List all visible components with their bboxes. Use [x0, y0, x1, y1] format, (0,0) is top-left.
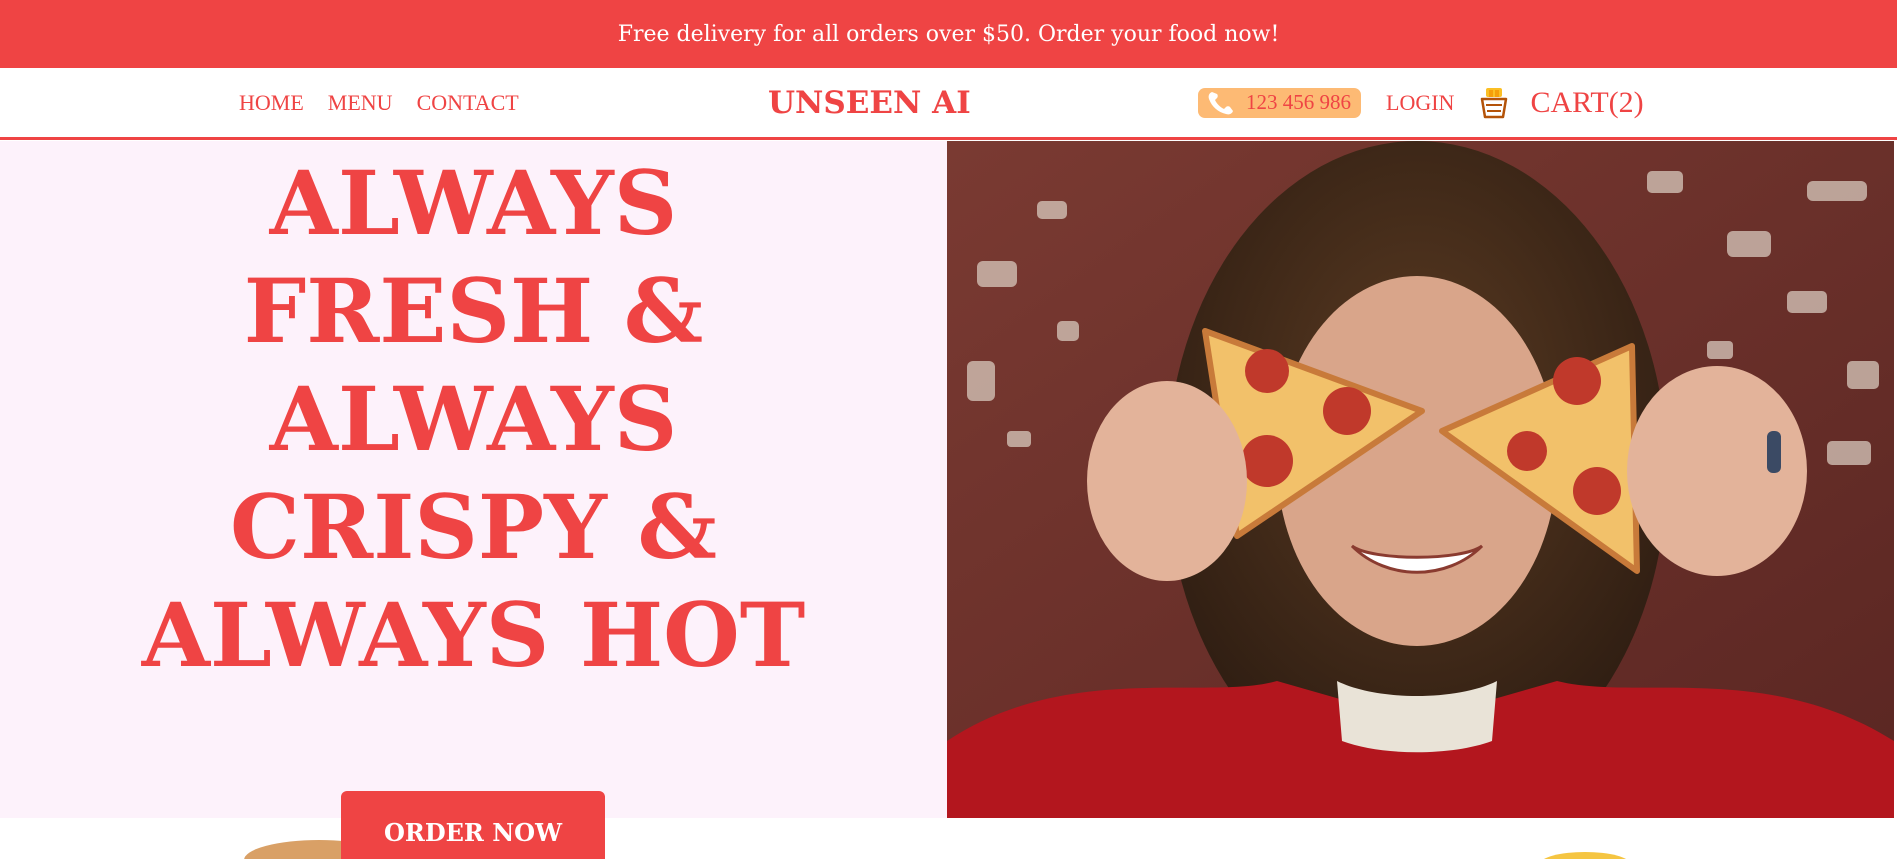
brand-logo[interactable]: UNSEEN AI	[768, 68, 971, 137]
top-navigation: HOME MENU CONTACT UNSEEN AI 123 456 986 …	[0, 68, 1897, 140]
nav-link-home[interactable]: HOME	[239, 90, 304, 116]
phone-number-button[interactable]: 123 456 986	[1198, 87, 1361, 118]
promo-banner-text: Free delivery for all orders over $50. O…	[617, 21, 1280, 47]
order-now-button[interactable]: ORDER NOW	[341, 791, 605, 859]
login-link[interactable]: LOGIN	[1386, 90, 1454, 116]
nav-link-contact[interactable]: CONTACT	[417, 90, 519, 116]
promo-banner: Free delivery for all orders over $50. O…	[0, 0, 1897, 68]
phone-number-text: 123 456 986	[1246, 90, 1351, 114]
hero-headline-line: ALWAYS	[269, 367, 678, 471]
phone-icon	[1206, 90, 1236, 116]
nav-link-menu[interactable]: MENU	[328, 90, 393, 116]
basket-icon[interactable]	[1480, 87, 1508, 119]
nav-right-group: 123 456 986 LOGIN CART(2)	[1198, 68, 1644, 137]
cart-link[interactable]: CART(2)	[1530, 86, 1643, 120]
hero-headline-line: FRESH &	[243, 259, 704, 363]
hero-headline-line: CRISPY &	[230, 475, 717, 579]
hero-headline-line: ALWAYS	[269, 151, 678, 255]
hero-text-panel: ALWAYS FRESH & ALWAYS CRISPY & ALWAYS HO…	[0, 141, 947, 818]
hero-photo	[947, 141, 1894, 818]
hero-headline: ALWAYS FRESH & ALWAYS CRISPY & ALWAYS HO…	[0, 149, 947, 689]
hero-headline-line: ALWAYS HOT	[141, 583, 806, 687]
nav-links: HOME MENU CONTACT	[239, 68, 519, 137]
